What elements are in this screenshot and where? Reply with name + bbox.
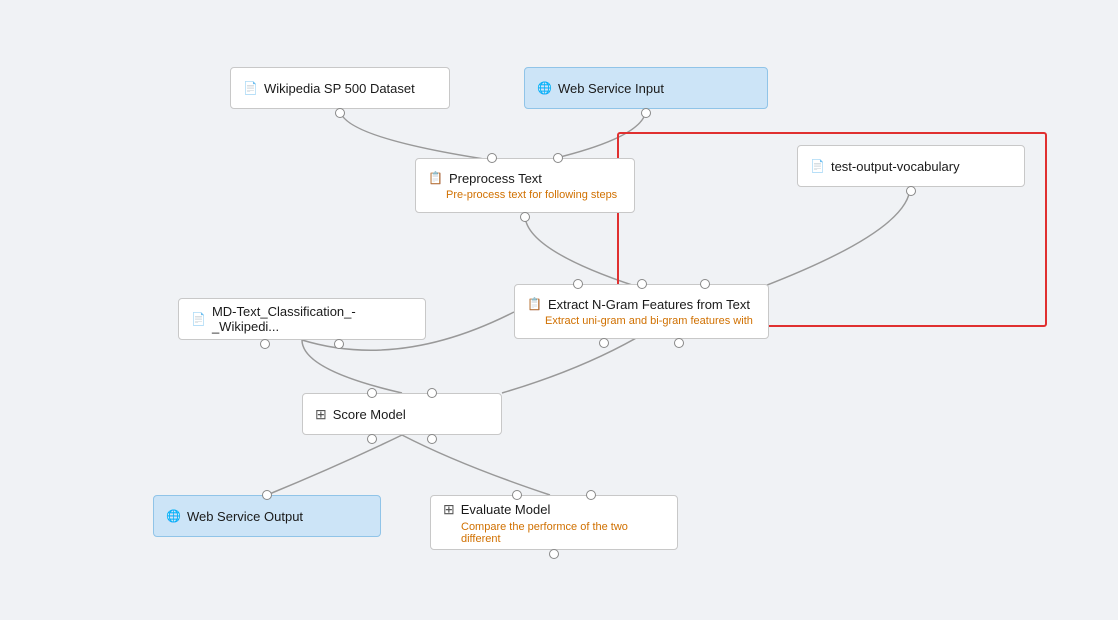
preprocess-text-input-port-2[interactable] [553, 153, 563, 163]
preprocess-text-node[interactable]: 📋 Preprocess Text Pre-process text for f… [415, 158, 635, 213]
web-service-output-icon: 🌐 [166, 509, 181, 523]
extract-ngram-input-port-3[interactable] [700, 279, 710, 289]
preprocess-text-subtitle: Pre-process text for following steps [446, 189, 622, 201]
evaluate-model-subtitle: Compare the performce of the two differe… [461, 521, 665, 545]
extract-ngram-input-port-2[interactable] [637, 279, 647, 289]
workflow-canvas: 📄 Wikipedia SP 500 Dataset 🌐 Web Service… [0, 0, 1118, 620]
web-service-output-label: Web Service Output [187, 509, 303, 524]
md-text-classification-output-port-2[interactable] [334, 339, 344, 349]
web-service-output-node[interactable]: 🌐 Web Service Output [153, 495, 381, 537]
score-model-label: Score Model [333, 407, 406, 422]
score-model-output-port-1[interactable] [367, 434, 377, 444]
extract-ngram-node[interactable]: 📋 Extract N-Gram Features from Text Extr… [514, 284, 769, 339]
wikipedia-node[interactable]: 📄 Wikipedia SP 500 Dataset [230, 67, 450, 109]
evaluate-model-input-port-2[interactable] [586, 490, 596, 500]
web-service-input-icon: 🌐 [537, 81, 552, 95]
score-model-input-port-2[interactable] [427, 388, 437, 398]
web-service-input-output-port[interactable] [641, 108, 651, 118]
extract-ngram-label: Extract N-Gram Features from Text [548, 297, 750, 312]
md-text-classification-node[interactable]: 📄 MD-Text_Classification_-_Wikipedi... [178, 298, 426, 340]
extract-ngram-output-port-1[interactable] [599, 338, 609, 348]
test-output-vocabulary-node[interactable]: 📄 test-output-vocabulary [797, 145, 1025, 187]
evaluate-model-node[interactable]: ⊞ Evaluate Model Compare the performce o… [430, 495, 678, 550]
evaluate-model-label: Evaluate Model [461, 502, 551, 517]
test-output-vocabulary-output-port[interactable] [906, 186, 916, 196]
test-output-vocabulary-label: test-output-vocabulary [831, 159, 960, 174]
test-output-vocabulary-icon: 📄 [810, 159, 825, 173]
evaluate-model-output-port[interactable] [549, 549, 559, 559]
wikipedia-node-icon: 📄 [243, 81, 258, 95]
score-model-input-port-1[interactable] [367, 388, 377, 398]
web-service-input-node[interactable]: 🌐 Web Service Input [524, 67, 768, 109]
wikipedia-node-label: Wikipedia SP 500 Dataset [264, 81, 415, 96]
evaluate-model-input-port-1[interactable] [512, 490, 522, 500]
evaluate-model-icon: ⊞ [443, 501, 455, 518]
md-text-classification-icon: 📄 [191, 312, 206, 326]
preprocess-text-input-port-1[interactable] [487, 153, 497, 163]
preprocess-text-label: Preprocess Text [449, 171, 542, 186]
md-text-classification-label: MD-Text_Classification_-_Wikipedi... [212, 304, 413, 334]
web-service-input-label: Web Service Input [558, 81, 664, 96]
wikipedia-output-port[interactable] [335, 108, 345, 118]
web-service-output-input-port[interactable] [262, 490, 272, 500]
score-model-node[interactable]: ⊞ Score Model [302, 393, 502, 435]
extract-ngram-output-port-2[interactable] [674, 338, 684, 348]
preprocess-text-output-port[interactable] [520, 212, 530, 222]
score-model-icon: ⊞ [315, 406, 327, 423]
score-model-output-port-2[interactable] [427, 434, 437, 444]
preprocess-text-icon: 📋 [428, 171, 443, 185]
extract-ngram-input-port-1[interactable] [573, 279, 583, 289]
md-text-classification-output-port-1[interactable] [260, 339, 270, 349]
extract-ngram-subtitle: Extract uni-gram and bi-gram features wi… [545, 315, 756, 327]
extract-ngram-icon: 📋 [527, 297, 542, 311]
